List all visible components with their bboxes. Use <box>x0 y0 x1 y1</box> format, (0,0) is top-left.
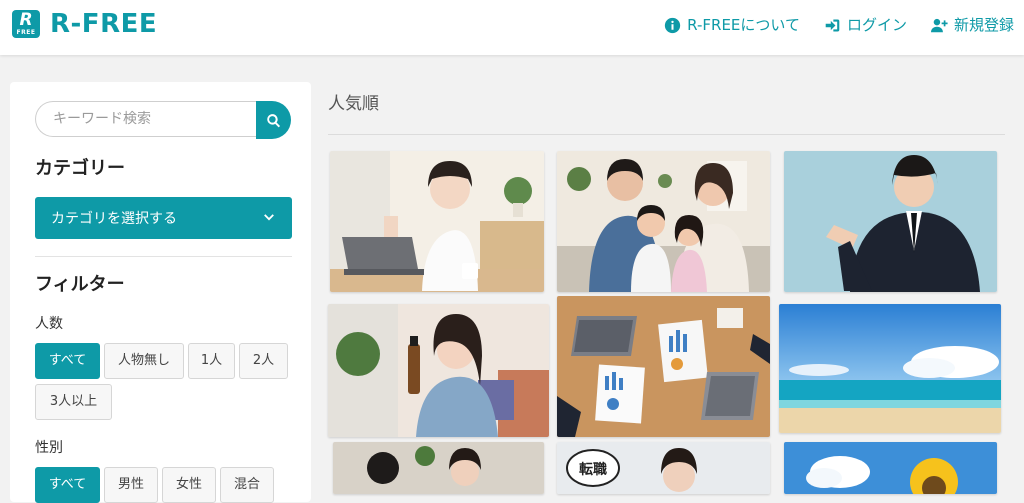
filter-heading: フィルター <box>35 274 125 295</box>
photo-office-people-image <box>333 442 544 494</box>
search-bar <box>35 101 291 139</box>
info-icon <box>665 17 681 33</box>
logo-mark-letter: R <box>19 10 33 30</box>
photo-tenshoku-image: 転職 <box>557 442 770 494</box>
photo-beach[interactable] <box>779 304 1001 433</box>
gender-label: 性別 <box>35 440 63 456</box>
photo-tenshoku-caption: 転職 <box>579 461 607 478</box>
photo-woman-skincare-image <box>328 304 549 437</box>
search-input[interactable] <box>35 101 256 137</box>
user-plus-icon <box>930 18 948 32</box>
filter-sidebar: カテゴリー カテゴリを選択する フィルター 人数 すべて 人物無し 1人 2人 … <box>10 82 311 503</box>
main-divider <box>328 134 1005 135</box>
photo-tenshoku[interactable]: 転職 <box>557 442 770 494</box>
photo-woman-laptop-image <box>330 151 544 292</box>
category-select[interactable]: カテゴリを選択する <box>35 197 292 239</box>
people-count-label: 人数 <box>35 316 63 332</box>
people-option-two[interactable]: 2人 <box>239 343 288 379</box>
logo-mark-subtext: FREE <box>16 29 36 36</box>
photo-sunflower[interactable] <box>784 442 997 494</box>
gender-option-female[interactable]: 女性 <box>162 467 216 503</box>
photo-business-charts-image <box>557 296 770 437</box>
people-option-one[interactable]: 1人 <box>188 343 235 379</box>
gender-option-male[interactable]: 男性 <box>104 467 158 503</box>
photo-office-people[interactable] <box>333 442 544 494</box>
nav-login-label: ログイン <box>846 16 907 34</box>
gender-option-mixed[interactable]: 混合 <box>220 467 274 503</box>
category-select-label: カテゴリを選択する <box>51 211 177 227</box>
photo-businessman[interactable] <box>784 151 997 292</box>
photo-sunflower-image <box>784 442 997 494</box>
nav-about-label: R-FREEについて <box>687 16 800 34</box>
people-option-none[interactable]: 人物無し <box>104 343 184 379</box>
sidebar-divider <box>35 256 292 257</box>
photo-businessman-image <box>784 151 997 292</box>
search-icon <box>267 113 281 127</box>
search-button[interactable] <box>256 101 291 139</box>
site-header: R FREE R-FREE R-FREEについて ログイン 新規登録 <box>0 0 1024 55</box>
photo-family[interactable] <box>557 151 770 292</box>
photo-beach-image <box>779 304 1001 433</box>
nav-about-link[interactable]: R-FREEについて <box>664 14 800 36</box>
nav-login-link[interactable]: ログイン <box>824 14 907 36</box>
people-option-all[interactable]: すべて <box>35 343 100 379</box>
sort-heading: 人気順 <box>328 94 379 114</box>
photo-woman-skincare[interactable] <box>328 304 549 437</box>
photo-business-charts[interactable] <box>557 296 770 437</box>
photo-woman-laptop[interactable] <box>330 151 544 292</box>
gender-option-all[interactable]: すべて <box>35 467 100 503</box>
nav-register-link[interactable]: 新規登録 <box>930 14 1014 36</box>
site-logo-text[interactable]: R-FREE <box>50 9 157 39</box>
photo-family-image <box>557 151 770 292</box>
category-heading: カテゴリー <box>35 158 125 179</box>
logo-icon[interactable]: R FREE <box>12 10 40 38</box>
chevron-down-icon <box>264 214 274 221</box>
nav-register-label: 新規登録 <box>953 16 1014 34</box>
login-icon <box>825 19 840 31</box>
people-option-three-plus[interactable]: 3人以上 <box>35 384 112 420</box>
header-nav: R-FREEについて ログイン 新規登録 <box>664 14 1014 36</box>
